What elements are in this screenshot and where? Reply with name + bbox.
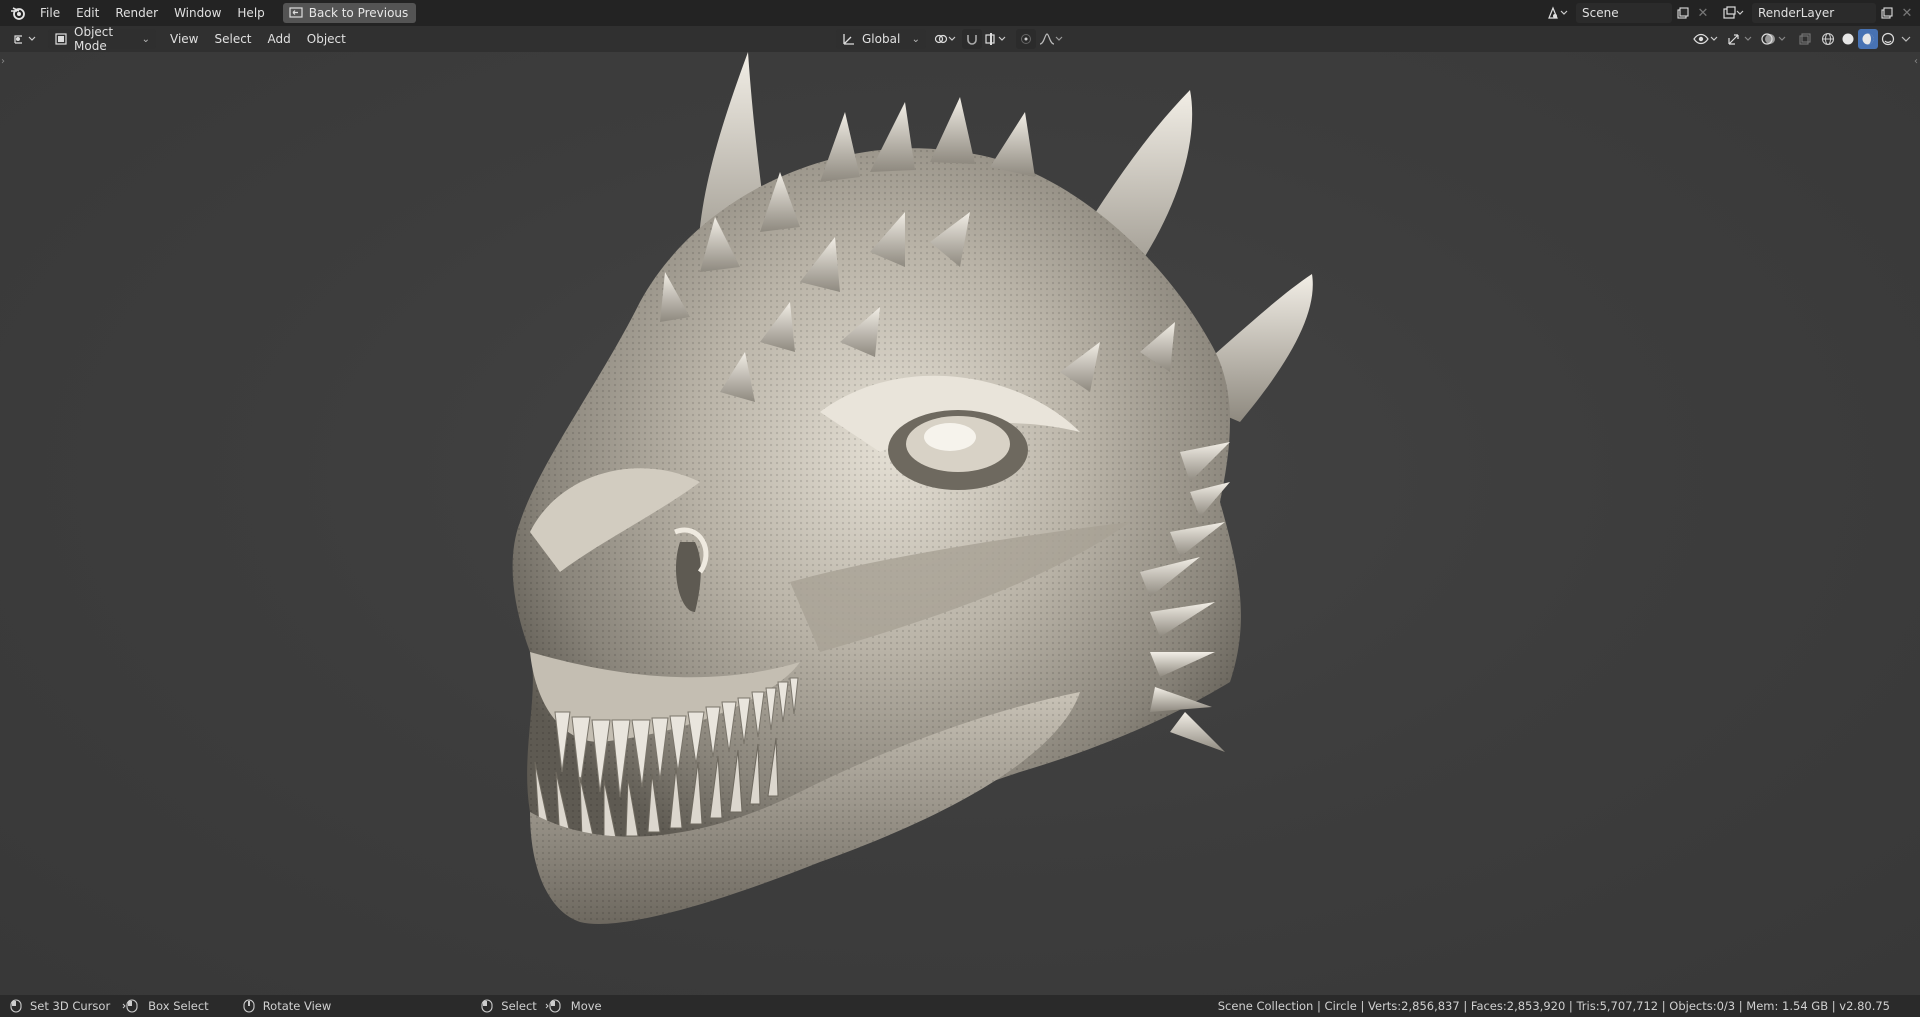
scene-statistics: Scene Collection | Circle | Verts:2,856,…: [1217, 999, 1890, 1013]
view-layer-icon[interactable]: [1718, 6, 1748, 20]
object-mode-icon: [55, 33, 67, 45]
snap-toggle-icon[interactable]: [962, 29, 982, 49]
hint-label: Rotate View: [262, 999, 332, 1013]
solid-shading-icon[interactable]: [1838, 32, 1858, 46]
mode-label: Object Mode: [74, 25, 114, 53]
top-bar: File Edit Render Window Help Back to Pre…: [0, 0, 1920, 26]
menu-select[interactable]: Select: [206, 26, 259, 52]
mouse-left-icon: [481, 999, 493, 1013]
new-scene-icon[interactable]: [1672, 7, 1694, 19]
menu-view[interactable]: View: [162, 26, 206, 52]
pivot-point-icon[interactable]: [930, 32, 960, 46]
visibility-eye-icon[interactable]: [1690, 32, 1720, 46]
render-layer-name: RenderLayer: [1758, 6, 1835, 20]
new-layer-icon[interactable]: [1876, 7, 1898, 19]
main-menu: File Edit Render Window Help: [32, 0, 273, 26]
render-layer-field[interactable]: RenderLayer: [1752, 3, 1876, 23]
remove-scene-icon[interactable]: ✕: [1694, 6, 1712, 21]
hint-select: Select: [481, 999, 537, 1013]
hint-box-select: Box Select: [122, 999, 209, 1013]
viewport-display-tools: [1690, 29, 1914, 49]
gizmo-toggle-icon[interactable]: [1724, 32, 1754, 46]
editor-type-icon[interactable]: [6, 32, 44, 46]
mouse-drag-icon: [122, 999, 138, 1013]
hint-label: Box Select: [148, 999, 209, 1013]
overlays-icon[interactable]: [1758, 32, 1788, 46]
menu-add[interactable]: Add: [260, 26, 299, 52]
hint-label: Move: [570, 999, 602, 1013]
hint-move: Move: [545, 999, 602, 1013]
transform-orientation-icon: [843, 34, 854, 45]
scene-icon[interactable]: [1542, 6, 1572, 20]
scene-field[interactable]: Scene: [1576, 3, 1672, 23]
chevron-down-icon: ⌄: [141, 33, 150, 45]
menu-object[interactable]: Object: [299, 26, 354, 52]
menu-edit[interactable]: Edit: [68, 0, 107, 26]
back-to-previous-label: Back to Previous: [308, 6, 409, 20]
screen-back-icon: [289, 7, 303, 18]
hint-rotate-view: Rotate View: [243, 999, 332, 1013]
shading-options-chevron-icon[interactable]: [1898, 35, 1914, 43]
menu-file[interactable]: File: [32, 0, 68, 26]
orientation-dropdown[interactable]: Global ⌄: [836, 29, 926, 49]
blender-logo-icon[interactable]: [4, 0, 32, 26]
material-preview-shading-icon[interactable]: [1858, 29, 1878, 49]
back-to-previous-button[interactable]: Back to Previous: [282, 3, 417, 23]
falloff-curve-icon[interactable]: [1036, 32, 1066, 46]
menu-render[interactable]: Render: [107, 0, 166, 26]
hint-label: Set 3D Cursor: [30, 999, 111, 1013]
mouse-left-icon: [10, 999, 22, 1013]
proportional-editing-icon[interactable]: [1016, 29, 1036, 49]
viewport-menu: View Select Add Object: [162, 26, 354, 52]
mode-dropdown[interactable]: Object Mode ⌄: [48, 25, 156, 53]
dragon-head-model[interactable]: [0, 52, 1920, 995]
snap-element-icon[interactable]: [982, 32, 1010, 46]
orientation-label: Global: [862, 32, 901, 46]
3d-viewport[interactable]: › ‹: [0, 52, 1920, 995]
menu-help[interactable]: Help: [229, 0, 272, 26]
transform-tools: Global ⌄: [836, 29, 1066, 49]
chevron-down-icon: ⌄: [911, 33, 920, 45]
viewport-header: Object Mode ⌄ View Select Add Object Glo…: [0, 25, 1920, 53]
mouse-middle-icon: [243, 999, 255, 1013]
hint-label: Select: [501, 999, 537, 1013]
scene-name: Scene: [1582, 6, 1619, 20]
xray-toggle-icon[interactable]: [1794, 32, 1816, 46]
status-bar: Set 3D Cursor Box Select Rotate View Sel…: [0, 995, 1920, 1017]
scene-selector-area: Scene ✕ RenderLayer ✕: [1542, 0, 1920, 26]
wireframe-shading-icon[interactable]: [1818, 32, 1838, 46]
remove-layer-icon[interactable]: ✕: [1898, 6, 1916, 21]
menu-window[interactable]: Window: [166, 0, 229, 26]
mouse-drag-icon: [545, 999, 561, 1013]
rendered-shading-icon[interactable]: [1878, 32, 1898, 46]
hint-set-3d-cursor: Set 3D Cursor: [10, 999, 110, 1013]
